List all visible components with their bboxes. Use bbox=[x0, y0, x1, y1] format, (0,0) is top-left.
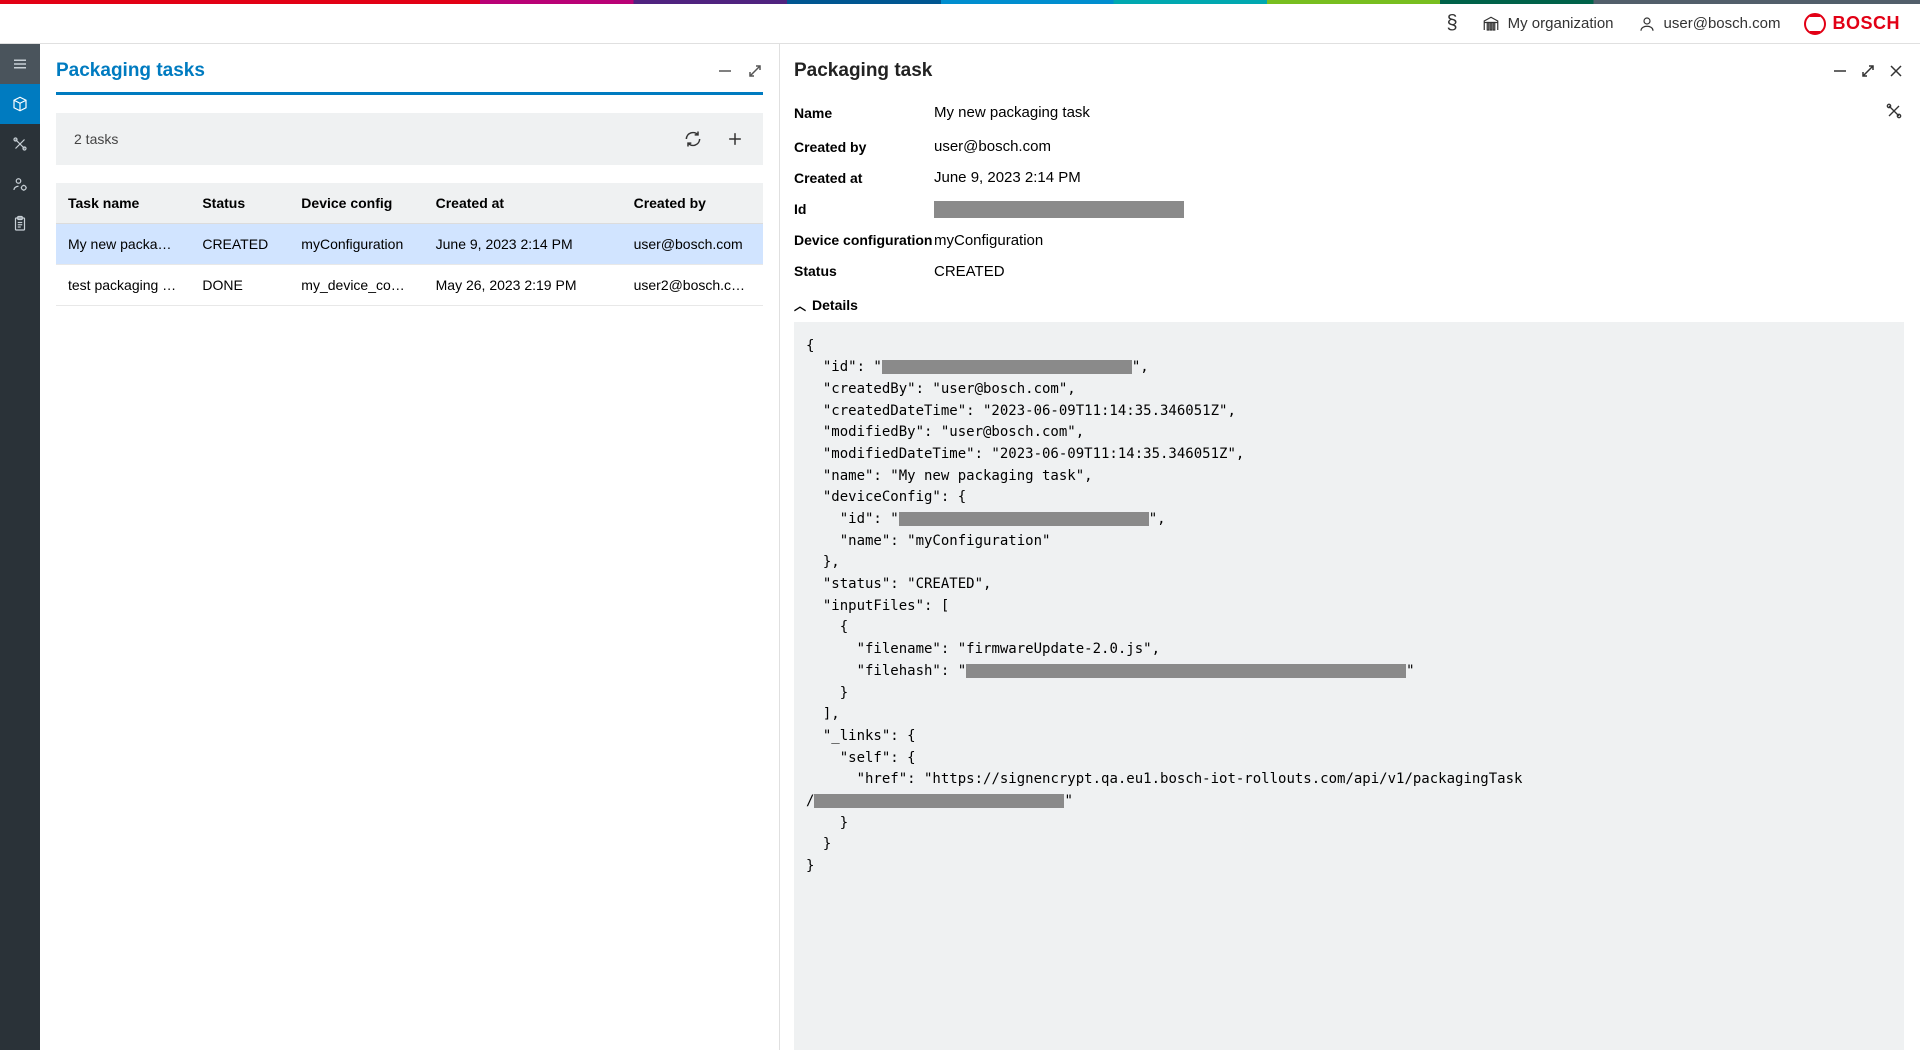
value-createdby: user@bosch.com bbox=[934, 138, 1051, 155]
bosch-logo: BOSCH bbox=[1804, 13, 1900, 35]
cell-createdat: May 26, 2023 2:19 PM bbox=[424, 265, 622, 306]
label-name: Name bbox=[794, 105, 934, 121]
cell-status: DONE bbox=[190, 265, 289, 306]
packaging-task-detail-panel: Packaging task Name My new packaging tas… bbox=[780, 44, 1920, 1050]
expand-icon[interactable] bbox=[1860, 63, 1876, 79]
organization-link[interactable]: My organization bbox=[1482, 15, 1614, 33]
value-id bbox=[934, 200, 1184, 218]
section-icon[interactable]: § bbox=[1447, 12, 1458, 35]
refresh-icon[interactable] bbox=[683, 129, 703, 149]
cell-config: myConfiguration bbox=[289, 224, 423, 265]
col-status[interactable]: Status bbox=[190, 183, 289, 224]
label-status: Status bbox=[794, 263, 934, 279]
user-config-icon[interactable] bbox=[0, 164, 40, 204]
user-label: user@bosch.com bbox=[1664, 15, 1781, 32]
bosch-logo-icon bbox=[1804, 13, 1826, 35]
detail-title: Packaging task bbox=[794, 60, 932, 82]
panel-title: Packaging tasks bbox=[56, 60, 205, 82]
cell-name: test packaging … bbox=[56, 265, 190, 306]
cell-createdat: June 9, 2023 2:14 PM bbox=[424, 224, 622, 265]
col-taskname[interactable]: Task name bbox=[56, 183, 190, 224]
cell-config: my_device_config bbox=[289, 265, 423, 306]
expand-icon[interactable] bbox=[747, 63, 763, 79]
packaging-tasks-panel: Packaging tasks 2 tasks Task name bbox=[40, 44, 780, 1050]
clipboard-icon[interactable] bbox=[0, 204, 40, 244]
col-deviceconfig[interactable]: Device config bbox=[289, 183, 423, 224]
col-createdby[interactable]: Created by bbox=[622, 183, 763, 224]
minimize-icon[interactable] bbox=[1832, 63, 1848, 79]
edit-tools-icon[interactable] bbox=[1884, 101, 1904, 124]
value-createdat: June 9, 2023 2:14 PM bbox=[934, 169, 1081, 186]
value-name: My new packaging task bbox=[934, 104, 1090, 121]
minimize-icon[interactable] bbox=[717, 63, 733, 79]
label-createdat: Created at bbox=[794, 170, 934, 186]
cell-status: CREATED bbox=[190, 224, 289, 265]
cell-createdby: user@bosch.com bbox=[622, 224, 763, 265]
value-deviceconfig: myConfiguration bbox=[934, 232, 1043, 249]
add-icon[interactable] bbox=[725, 129, 745, 149]
tools-icon[interactable] bbox=[0, 124, 40, 164]
header: § My organization user@bosch.com BOSCH bbox=[0, 4, 1920, 44]
close-icon[interactable] bbox=[1888, 63, 1904, 79]
task-toolbar: 2 tasks bbox=[56, 113, 763, 165]
user-link[interactable]: user@bosch.com bbox=[1638, 15, 1781, 33]
table-row[interactable]: test packaging … DONE my_device_config M… bbox=[56, 265, 763, 306]
redacted-id bbox=[934, 201, 1184, 218]
task-count: 2 tasks bbox=[74, 131, 118, 147]
menu-icon[interactable] bbox=[0, 44, 40, 84]
details-json: { "id": "", "createdBy": "user@bosch.com… bbox=[794, 322, 1904, 1050]
cell-createdby: user2@bosch.c… bbox=[622, 265, 763, 306]
package-icon[interactable] bbox=[0, 84, 40, 124]
col-createdat[interactable]: Created at bbox=[424, 183, 622, 224]
bosch-logo-text: BOSCH bbox=[1832, 13, 1900, 34]
cell-name: My new packag… bbox=[56, 224, 190, 265]
label-deviceconfig: Device configuration bbox=[794, 232, 934, 248]
label-id: Id bbox=[794, 201, 934, 217]
table-row[interactable]: My new packag… CREATED myConfiguration J… bbox=[56, 224, 763, 265]
details-toggle[interactable]: ︿ Details bbox=[794, 287, 1904, 322]
label-createdby: Created by bbox=[794, 139, 934, 155]
chevron-up-icon: ︿ bbox=[794, 297, 806, 314]
organization-label: My organization bbox=[1508, 15, 1614, 32]
tasks-table: Task name Status Device config Created a… bbox=[56, 183, 763, 306]
details-label: Details bbox=[812, 297, 858, 313]
sidebar bbox=[0, 44, 40, 1050]
value-status: CREATED bbox=[934, 263, 1005, 280]
